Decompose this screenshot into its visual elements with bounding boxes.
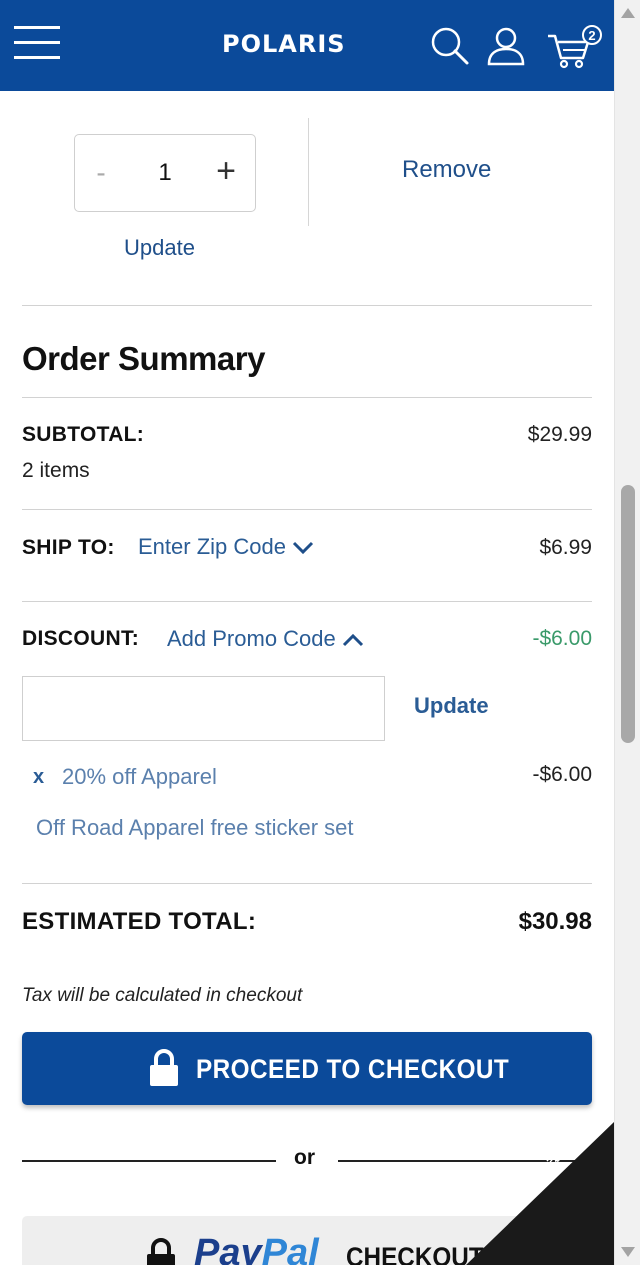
add-promo-code-toggle[interactable]: Add Promo Code	[167, 626, 364, 652]
remove-promo-button[interactable]: x	[33, 766, 44, 789]
applied-promo-name: 20% off Apparel	[62, 764, 217, 789]
quantity-increase-button[interactable]: +	[211, 151, 241, 191]
quantity-stepper: - 1 +	[74, 134, 256, 212]
hamburger-menu-icon[interactable]	[14, 26, 60, 60]
divider	[22, 509, 592, 510]
divider	[22, 883, 592, 884]
applied-promo-description: Off Road Apparel free sticker set	[36, 815, 354, 840]
scrollbar[interactable]	[614, 0, 640, 1265]
or-separator: or	[294, 1146, 315, 1169]
vertical-divider	[308, 118, 309, 226]
subtotal-value: $29.99	[527, 423, 592, 446]
scroll-up-arrow-icon[interactable]	[621, 8, 635, 18]
user-account-icon[interactable]	[484, 24, 528, 68]
paypal-logo: PayPal	[194, 1232, 319, 1265]
scroll-down-arrow-icon[interactable]	[621, 1247, 635, 1257]
divider	[22, 305, 592, 306]
cart-count-badge: 2	[588, 28, 595, 43]
update-quantity-link[interactable]: Update	[124, 235, 195, 261]
applied-promo-value: -$6.00	[532, 763, 592, 786]
add-promo-code-label: Add Promo Code	[167, 626, 336, 651]
chevron-up-icon	[342, 634, 363, 647]
shipping-value: $6.99	[539, 536, 592, 559]
tax-note: Tax will be calculated in checkout	[22, 985, 303, 1006]
enter-zip-code-label: Enter Zip Code	[138, 534, 286, 559]
order-summary-title: Order Summary	[22, 340, 265, 377]
subtotal-label: SUBTOTAL:	[22, 423, 145, 446]
proceed-to-checkout-button[interactable]: PROCEED TO CHECKOUT	[22, 1032, 592, 1105]
paypal-checkout-label: CHECKOUT	[346, 1242, 484, 1265]
divider	[22, 397, 592, 398]
estimated-total-label: ESTIMATED TOTAL:	[22, 908, 257, 935]
remove-item-link[interactable]: Remove	[402, 156, 491, 184]
proceed-to-checkout-label: PROCEED TO CHECKOUT	[196, 1054, 510, 1084]
polaris-logo[interactable]: POLARIS	[222, 30, 346, 58]
lock-icon	[150, 1049, 178, 1086]
divider	[22, 601, 592, 602]
feedback-tab[interactable]	[466, 1122, 614, 1265]
search-icon[interactable]	[428, 24, 472, 68]
scrollbar-thumb[interactable]	[621, 485, 635, 743]
quantity-decrease-button[interactable]: -	[89, 153, 113, 193]
promo-code-input[interactable]	[22, 676, 385, 741]
quantity-value[interactable]: 1	[145, 153, 185, 193]
enter-zip-code-toggle[interactable]: Enter Zip Code	[138, 534, 314, 560]
ship-to-label: SHIP TO:	[22, 536, 115, 559]
site-header: POLARIS 2	[0, 0, 614, 91]
discount-value: -$6.00	[532, 627, 592, 650]
cart-icon[interactable]: 2	[546, 24, 602, 69]
divider	[22, 1160, 276, 1162]
estimated-total-value: $30.98	[518, 908, 592, 935]
chevron-down-icon	[292, 542, 314, 555]
subtotal-items-count: 2 items	[22, 459, 90, 482]
lock-icon	[147, 1238, 175, 1265]
discount-label: DISCOUNT:	[22, 627, 140, 650]
apply-promo-update-button[interactable]: Update	[414, 693, 489, 719]
